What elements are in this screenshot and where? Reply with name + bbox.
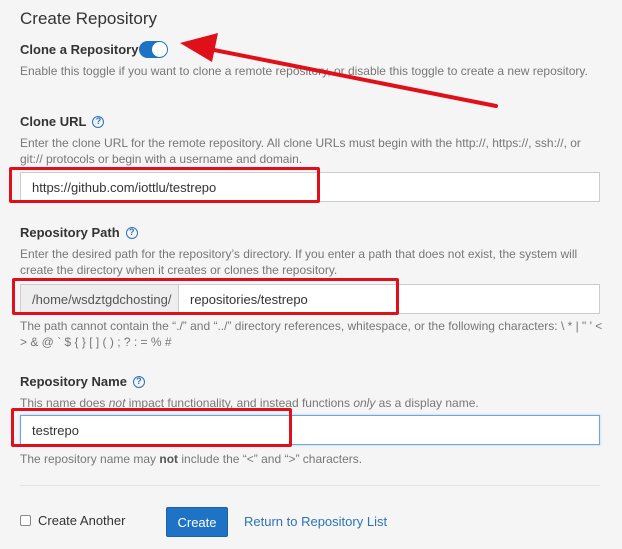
annotation-arrow: [180, 33, 498, 108]
